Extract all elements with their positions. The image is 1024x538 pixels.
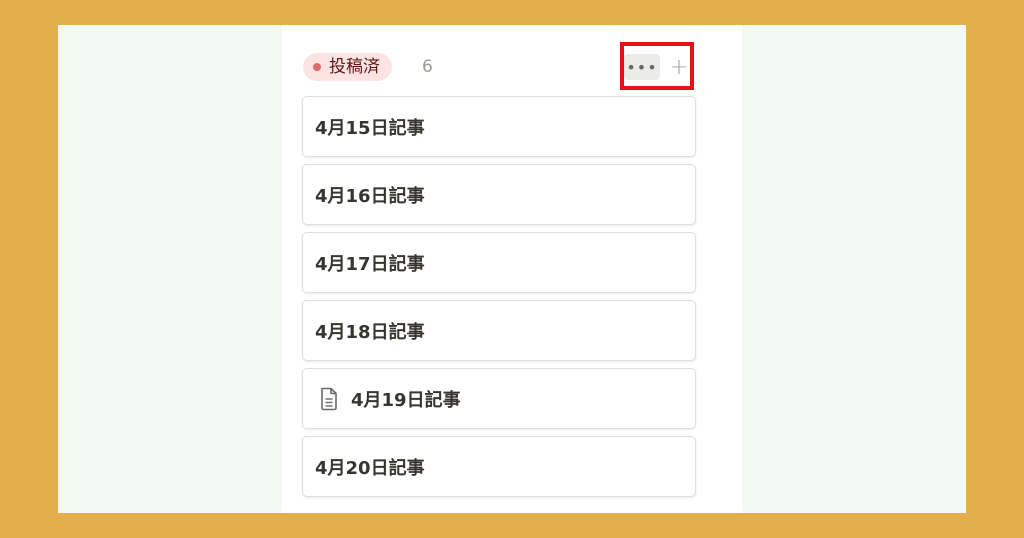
card-item[interactable]: 4月15日記事 xyxy=(302,96,696,157)
card-title: 4月18日記事 xyxy=(315,321,425,343)
more-horizontal-icon: ••• xyxy=(626,57,658,77)
card-title: 4月16日記事 xyxy=(315,185,425,207)
more-options-button[interactable]: ••• xyxy=(624,54,660,80)
status-dot-icon xyxy=(313,63,321,71)
status-label: 投稿済 xyxy=(329,56,380,77)
card-title: 4月20日記事 xyxy=(315,457,425,479)
status-tag[interactable]: 投稿済 xyxy=(303,53,392,81)
card-title: 4月19日記事 xyxy=(351,389,461,411)
group-count: 6 xyxy=(422,57,433,77)
card-item[interactable]: 4月20日記事 xyxy=(302,436,696,497)
card-item[interactable]: 4月18日記事 xyxy=(302,300,696,361)
card-item[interactable]: 4月16日記事 xyxy=(302,164,696,225)
plus-icon: + xyxy=(669,54,689,80)
screenshot-frame: 投稿済 6 ••• + 4月15日記事 4月16日記事 4月17日記事 4月18… xyxy=(58,25,966,513)
card-list: 4月15日記事 4月16日記事 4月17日記事 4月18日記事 4月19日記事 xyxy=(302,96,696,504)
board-column: 投稿済 6 ••• + 4月15日記事 4月16日記事 4月17日記事 4月18… xyxy=(282,25,742,513)
card-item[interactable]: 4月19日記事 xyxy=(302,368,696,429)
add-card-button[interactable]: + xyxy=(668,53,690,81)
card-item[interactable]: 4月17日記事 xyxy=(302,232,696,293)
document-icon xyxy=(321,387,337,410)
group-header: 投稿済 6 ••• + xyxy=(303,42,703,90)
card-title: 4月17日記事 xyxy=(315,253,425,275)
card-title: 4月15日記事 xyxy=(315,117,425,139)
